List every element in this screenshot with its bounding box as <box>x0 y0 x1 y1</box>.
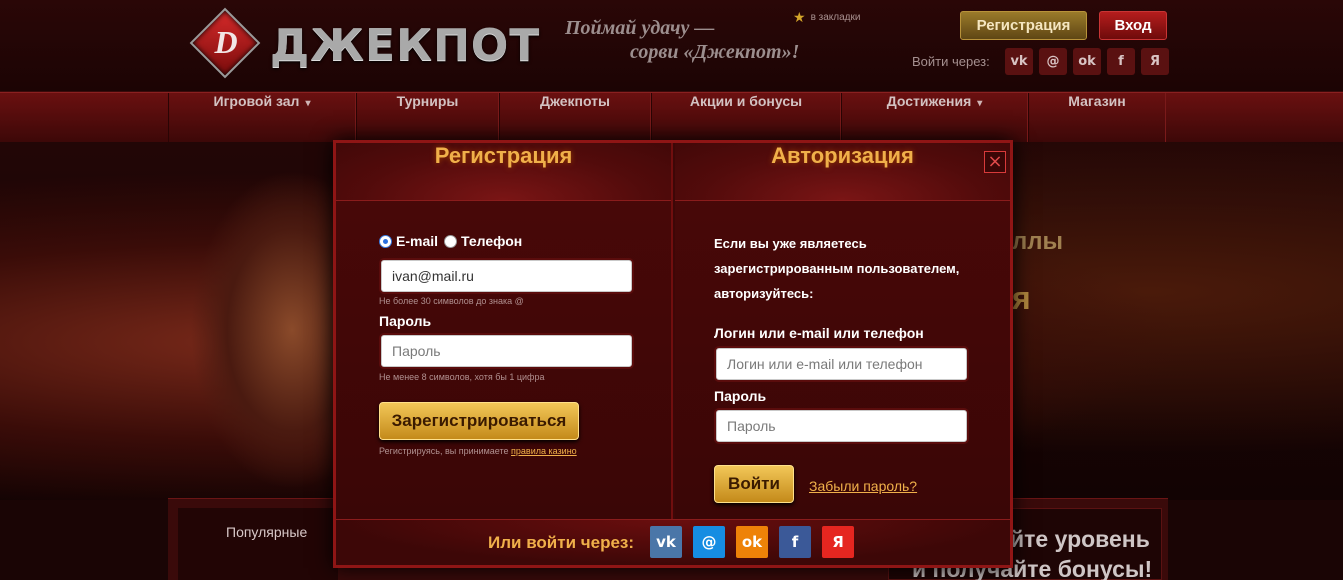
slogan: Поймай удачу — сорви «Джекпот»! <box>565 16 815 64</box>
facebook-icon[interactable]: f <box>779 526 811 558</box>
login-intro: Если вы уже являетесь зарегистрированным… <box>714 236 960 301</box>
auth-modal: Регистрация E-mail Телефон ivan@mail.ru … <box>333 140 1013 568</box>
register-title: Регистрация <box>336 143 671 201</box>
mailru-icon[interactable]: @ <box>693 526 725 558</box>
nav-item-label: Магазин <box>1068 93 1126 109</box>
email-hint: Не более 30 символов до знака @ <box>379 296 524 306</box>
games-tab-panel <box>178 508 338 580</box>
bookmark-link[interactable]: ★ в закладки <box>793 9 860 26</box>
register-submit-button[interactable]: Зарегистрироваться <box>379 402 579 440</box>
star-icon: ★ <box>793 9 806 25</box>
register-panel: Регистрация E-mail Телефон ivan@mail.ru … <box>336 143 673 519</box>
nav-item-label: Джекпоты <box>540 93 610 109</box>
logo-letter: D <box>214 24 238 60</box>
chevron-down-icon: ▾ <box>977 98 983 109</box>
nav-item-achievements[interactable]: Достижения ▾ <box>841 93 1028 143</box>
nav-item-promotions[interactable]: Акции и бонусы <box>651 93 841 143</box>
nav-item-label: Игровой зал <box>213 93 300 109</box>
register-password-input[interactable]: Пароль <box>381 335 632 367</box>
header-register-button[interactable]: Регистрация <box>960 11 1087 40</box>
site-logo[interactable]: D ДЖЕКПОТ <box>188 7 539 80</box>
login-password-label: Пароль <box>714 388 767 404</box>
logo-text: ДЖЕКПОТ <box>270 20 541 71</box>
modal-social-login: Или войти через: vk @ ok f Я <box>336 519 1010 565</box>
nav-item-label: Достижения <box>886 93 972 109</box>
login-field-label: Логин или e-mail или телефон <box>714 325 924 341</box>
login-panel: Авторизация Если вы уже являетесь зареги… <box>675 143 1010 519</box>
radio-email[interactable] <box>379 234 392 248</box>
site-header: D ДЖЕКПОТ Поймай удачу — сорви «Джекпот»… <box>0 0 1343 92</box>
odnoklassniki-icon[interactable]: ok <box>736 526 768 558</box>
close-icon[interactable]: × <box>984 151 1006 173</box>
slogan-line-2: сорви «Джекпот»! <box>630 41 800 63</box>
header-social-login: vk @ ok f Я <box>1005 48 1169 75</box>
enter-via-label: Войти через: <box>912 54 990 69</box>
yandex-icon[interactable]: Я <box>1141 48 1169 75</box>
yandex-icon[interactable]: Я <box>822 526 854 558</box>
nav-item-label: Турниры <box>396 93 459 109</box>
nav-item-shop[interactable]: Магазин <box>1028 93 1166 143</box>
banner-text-1: ллы <box>1012 228 1063 255</box>
nav-item-game-hall[interactable]: Игровой зал ▾ <box>168 93 356 143</box>
bookmark-label: в закладки <box>810 12 861 23</box>
vk-icon[interactable]: vk <box>1005 48 1033 75</box>
social-login-label: Или войти через: <box>488 533 635 552</box>
bonus-text-1: йте уровень <box>1010 526 1150 552</box>
tab-popular[interactable]: Популярные <box>226 524 307 540</box>
odnoklassniki-icon[interactable]: ok <box>1073 48 1101 75</box>
nav-item-jackpots[interactable]: Джекпоты <box>499 93 651 143</box>
facebook-icon[interactable]: f <box>1107 48 1135 75</box>
radio-email-label[interactable]: E-mail <box>396 233 438 249</box>
header-login-button[interactable]: Вход <box>1099 11 1167 40</box>
nav-item-tournaments[interactable]: Турниры <box>356 93 499 143</box>
nav-item-label: Акции и бонусы <box>689 93 803 109</box>
slogan-line-1: Поймай удачу — <box>565 17 715 39</box>
radio-phone-label[interactable]: Телефон <box>461 233 522 249</box>
vk-icon[interactable]: vk <box>650 526 682 558</box>
terms-link[interactable]: правила казино <box>511 446 577 456</box>
radio-phone[interactable] <box>444 234 458 248</box>
login-input[interactable]: Логин или e-mail или телефон <box>716 348 967 380</box>
login-submit-button[interactable]: Войти <box>714 465 794 503</box>
register-password-label: Пароль <box>379 313 432 329</box>
terms-note: Регистрируясь, вы принимаете правила каз… <box>379 446 577 456</box>
social-login-buttons: vk @ ok f Я <box>650 526 854 558</box>
register-method: E-mail Телефон <box>379 233 522 249</box>
register-email-input[interactable]: ivan@mail.ru <box>381 260 632 292</box>
forgot-password-link[interactable]: Забыли пароль? <box>809 478 917 494</box>
banner-text-2: я <box>1012 280 1031 316</box>
login-title: Авторизация <box>675 143 1010 201</box>
login-password-input[interactable]: Пароль <box>716 410 967 442</box>
mailru-icon[interactable]: @ <box>1039 48 1067 75</box>
password-hint: Не менее 8 символов, хотя бы 1 цифра <box>379 372 545 382</box>
main-nav: Игровой зал ▾ Турниры Джекпоты Акции и бо… <box>0 92 1343 143</box>
terms-text: Регистрируясь, вы принимаете <box>379 446 509 456</box>
chevron-down-icon: ▾ <box>305 98 311 109</box>
